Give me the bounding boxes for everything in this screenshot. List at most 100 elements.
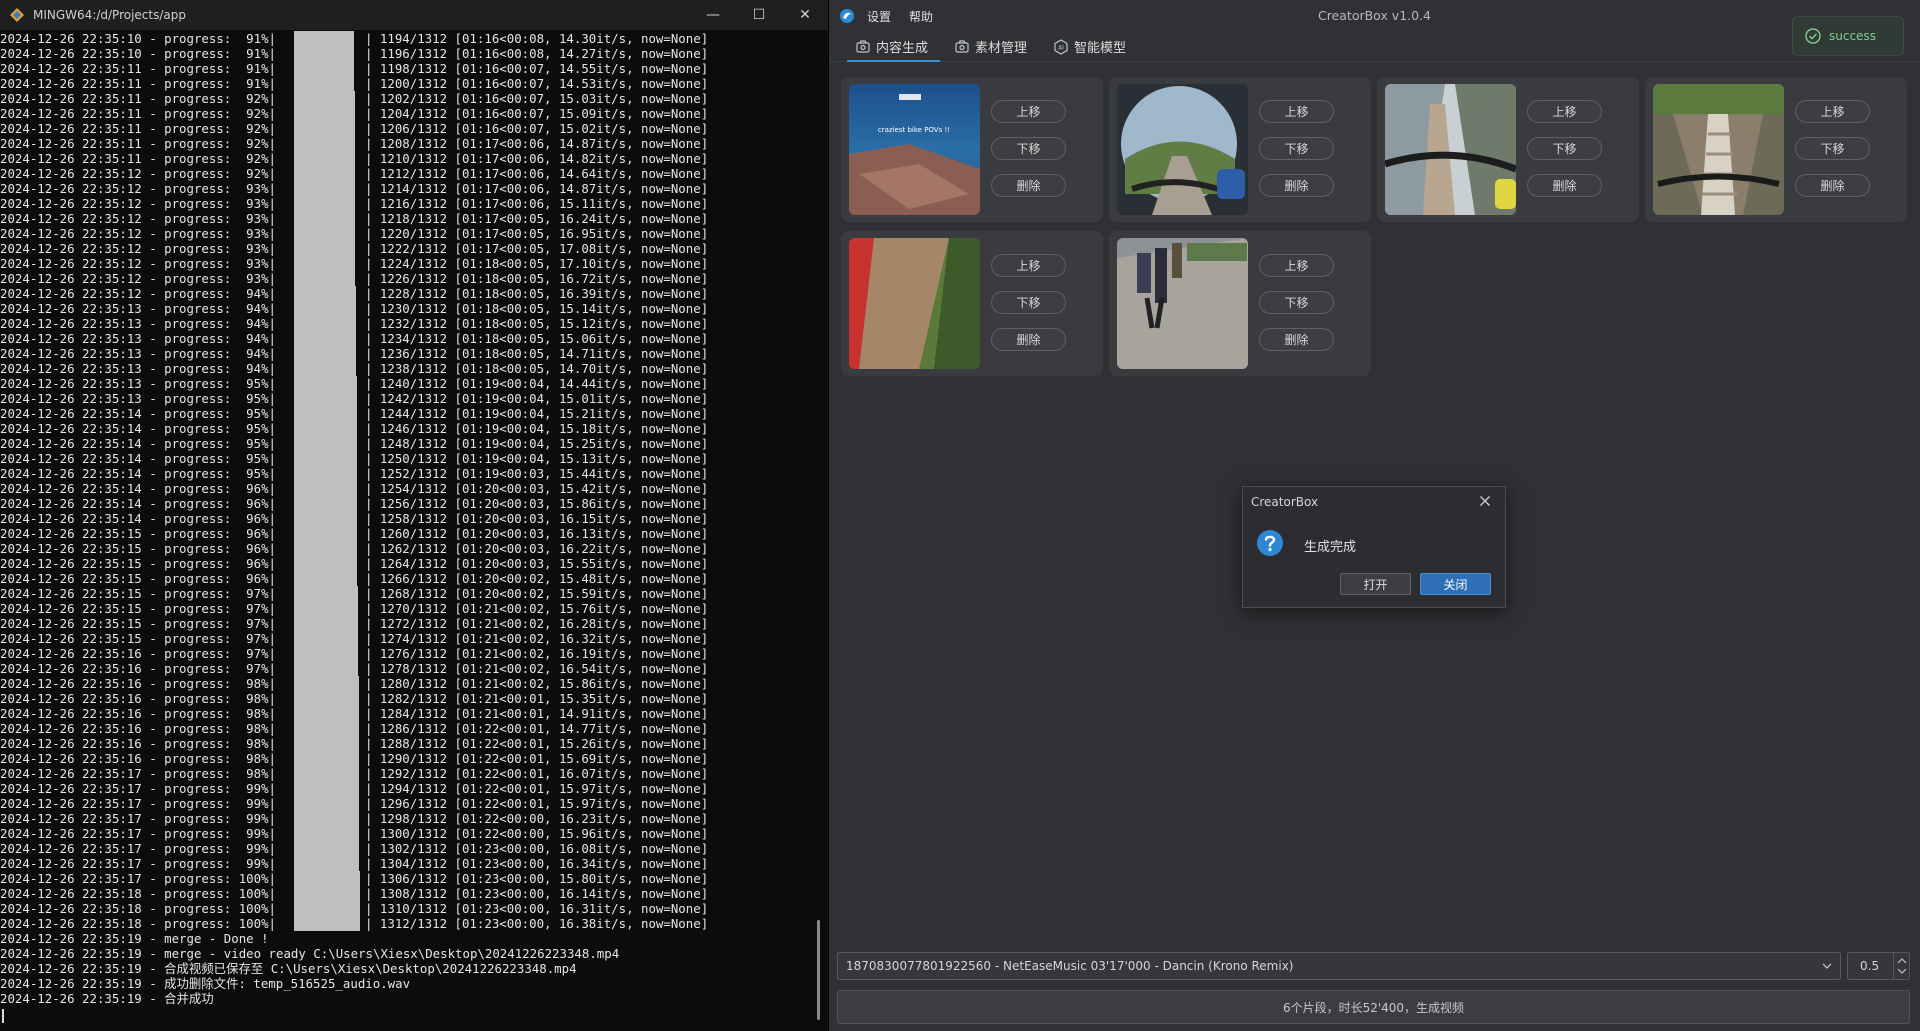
progress-suffix: | 1212/1312 [01:17<00:06, 14.64it/s, now… bbox=[365, 166, 709, 181]
terminal-progress-line: 2024-12-26 22:35:14 - progress: 95%| | 12… bbox=[0, 436, 812, 451]
clip-card: 上移 下移 删除 bbox=[1109, 77, 1371, 222]
progress-bar-fill bbox=[294, 886, 360, 901]
progress-prefix: 2024-12-26 22:35:10 - progress: 91%| bbox=[0, 31, 277, 46]
completion-dialog: CreatorBox 生成完成 打开 关闭 bbox=[1242, 486, 1506, 608]
progress-suffix: | 1298/1312 [01:22<00:00, 16.23it/s, now… bbox=[365, 811, 709, 826]
clip-thumbnail[interactable] bbox=[1653, 84, 1784, 215]
terminal-progress-line: 2024-12-26 22:35:17 - progress: 99%| | 12… bbox=[0, 781, 812, 796]
move-up-button[interactable]: 上移 bbox=[1527, 100, 1602, 123]
progress-prefix: 2024-12-26 22:35:16 - progress: 97%| bbox=[0, 646, 277, 661]
progress-suffix: | 1282/1312 [01:21<00:01, 15.35it/s, now… bbox=[365, 691, 709, 706]
progress-bar-fill bbox=[294, 436, 357, 451]
move-down-button[interactable]: 下移 bbox=[1795, 137, 1870, 160]
move-up-button[interactable]: 上移 bbox=[1259, 100, 1334, 123]
progress-prefix: 2024-12-26 22:35:16 - progress: 98%| bbox=[0, 706, 277, 721]
progress-suffix: | 1286/1312 [01:22<00:01, 14.77it/s, now… bbox=[365, 721, 709, 736]
delete-button[interactable]: 删除 bbox=[1259, 174, 1334, 197]
terminal-window[interactable]: MINGW64:/d/Projects/app — ☐ ✕ 2024-12-26… bbox=[0, 0, 828, 1031]
progress-suffix: | 1252/1312 [01:19<00:03, 15.44it/s, now… bbox=[365, 466, 709, 481]
progress-bar-fill bbox=[294, 601, 358, 616]
close-button[interactable]: ✕ bbox=[782, 0, 828, 30]
progress-prefix: 2024-12-26 22:35:17 - progress: 99%| bbox=[0, 856, 277, 871]
progress-suffix: | 1248/1312 [01:19<00:04, 15.25it/s, now… bbox=[365, 436, 709, 451]
progress-bar-fill bbox=[294, 346, 356, 361]
delete-button[interactable]: 删除 bbox=[1259, 328, 1334, 351]
terminal-progress-line: 2024-12-26 22:35:15 - progress: 97%| | 12… bbox=[0, 601, 812, 616]
generate-video-button[interactable]: 6个片段，时长52'400，生成视频 bbox=[837, 990, 1910, 1024]
clip-thumbnail[interactable] bbox=[1385, 84, 1516, 215]
terminal-log-line: 2024-12-26 22:35:19 - merge - Done ! bbox=[0, 931, 269, 946]
terminal-progress-line: 2024-12-26 22:35:13 - progress: 94%| | 12… bbox=[0, 361, 812, 376]
progress-suffix: | 1260/1312 [01:20<00:03, 16.13it/s, now… bbox=[365, 526, 709, 541]
move-down-button[interactable]: 下移 bbox=[1259, 291, 1334, 314]
terminal-progress-line: 2024-12-26 22:35:12 - progress: 93%| | 12… bbox=[0, 271, 812, 286]
music-select[interactable]: 1870830077801922560 - NetEaseMusic 03'17… bbox=[837, 952, 1841, 980]
progress-bar-fill bbox=[294, 901, 360, 916]
clip-thumbnail[interactable] bbox=[849, 238, 980, 369]
move-down-button[interactable]: 下移 bbox=[991, 291, 1066, 314]
terminal-progress-line: 2024-12-26 22:35:13 - progress: 94%| | 12… bbox=[0, 316, 812, 331]
move-up-button[interactable]: 上移 bbox=[991, 254, 1066, 277]
progress-suffix: | 1228/1312 [01:18<00:05, 16.39it/s, now… bbox=[365, 286, 709, 301]
progress-prefix: 2024-12-26 22:35:10 - progress: 91%| bbox=[0, 46, 277, 61]
open-button[interactable]: 打开 bbox=[1340, 573, 1411, 595]
progress-suffix: | 1244/1312 [01:19<00:04, 15.21it/s, now… bbox=[365, 406, 709, 421]
progress-suffix: | 1234/1312 [01:18<00:05, 15.06it/s, now… bbox=[365, 331, 709, 346]
terminal-progress-line: 2024-12-26 22:35:12 - progress: 93%| | 12… bbox=[0, 256, 812, 271]
delete-button[interactable]: 删除 bbox=[1527, 174, 1602, 197]
move-down-button[interactable]: 下移 bbox=[991, 137, 1066, 160]
volume-spinbox[interactable]: 0.5 bbox=[1847, 952, 1910, 980]
delete-button[interactable]: 删除 bbox=[1795, 174, 1870, 197]
terminal-progress-line: 2024-12-26 22:35:14 - progress: 95%| | 12… bbox=[0, 421, 812, 436]
move-up-button[interactable]: 上移 bbox=[1259, 254, 1334, 277]
maximize-button[interactable]: ☐ bbox=[736, 0, 782, 30]
progress-bar-fill bbox=[294, 121, 355, 136]
menu-settings[interactable]: 设置 bbox=[867, 8, 891, 25]
close-icon[interactable] bbox=[1479, 495, 1491, 507]
move-down-button[interactable]: 下移 bbox=[1259, 137, 1334, 160]
progress-prefix: 2024-12-26 22:35:14 - progress: 95%| bbox=[0, 406, 277, 421]
progress-prefix: 2024-12-26 22:35:12 - progress: 93%| bbox=[0, 271, 277, 286]
terminal-progress-line: 2024-12-26 22:35:15 - progress: 96%| | 12… bbox=[0, 556, 812, 571]
delete-button[interactable]: 删除 bbox=[991, 174, 1066, 197]
move-down-button[interactable]: 下移 bbox=[1527, 137, 1602, 160]
move-up-button[interactable]: 上移 bbox=[991, 100, 1066, 123]
menu-help[interactable]: 帮助 bbox=[909, 8, 933, 25]
progress-suffix: | 1302/1312 [01:23<00:00, 16.08it/s, now… bbox=[365, 841, 709, 856]
content-icon bbox=[856, 39, 870, 53]
spinbox-arrows[interactable] bbox=[1893, 953, 1909, 979]
progress-suffix: | 1220/1312 [01:17<00:05, 16.95it/s, now… bbox=[365, 226, 709, 241]
terminal-scrollbar[interactable] bbox=[817, 920, 820, 1020]
clip-thumbnail[interactable] bbox=[1117, 84, 1248, 215]
tab-content-generation[interactable]: 内容生成 bbox=[847, 32, 941, 62]
clip-card: craziest bike POVs !! 上移 下移 删除 bbox=[841, 77, 1103, 222]
progress-bar-fill bbox=[294, 526, 357, 541]
close-button[interactable]: 关闭 bbox=[1420, 573, 1491, 595]
progress-bar-fill bbox=[294, 856, 359, 871]
terminal-progress-line: 2024-12-26 22:35:15 - progress: 96%| | 12… bbox=[0, 541, 812, 556]
minimize-button[interactable]: — bbox=[690, 0, 736, 30]
terminal-progress-line: 2024-12-26 22:35:16 - progress: 98%| | 12… bbox=[0, 751, 812, 766]
terminal-progress-line: 2024-12-26 22:35:16 - progress: 98%| | 12… bbox=[0, 721, 812, 736]
clip-thumbnail[interactable]: craziest bike POVs !! bbox=[849, 84, 980, 215]
progress-bar-fill bbox=[294, 691, 359, 706]
progress-suffix: | 1216/1312 [01:17<00:06, 15.11it/s, now… bbox=[365, 196, 709, 211]
progress-prefix: 2024-12-26 22:35:18 - progress: 100%| bbox=[0, 916, 277, 931]
tab-ai-model[interactable]: AI 智能模型 bbox=[1045, 32, 1138, 61]
move-up-button[interactable]: 上移 bbox=[1795, 100, 1870, 123]
clip-thumbnail[interactable] bbox=[1117, 238, 1248, 369]
progress-suffix: | 1284/1312 [01:21<00:01, 14.91it/s, now… bbox=[365, 706, 709, 721]
terminal-progress-line: 2024-12-26 22:35:14 - progress: 96%| | 12… bbox=[0, 481, 812, 496]
progress-bar-fill bbox=[294, 316, 356, 331]
progress-prefix: 2024-12-26 22:35:13 - progress: 94%| bbox=[0, 331, 277, 346]
progress-bar-fill bbox=[294, 736, 359, 751]
progress-suffix: | 1290/1312 [01:22<00:01, 15.69it/s, now… bbox=[365, 751, 709, 766]
terminal-output[interactable]: 2024-12-26 22:35:10 - progress: 91%| | 11… bbox=[0, 31, 812, 1031]
delete-button[interactable]: 删除 bbox=[991, 328, 1066, 351]
terminal-progress-line: 2024-12-26 22:35:15 - progress: 97%| | 12… bbox=[0, 616, 812, 631]
progress-suffix: | 1312/1312 [01:23<00:00, 16.38it/s, now… bbox=[365, 916, 709, 931]
terminal-titlebar: MINGW64:/d/Projects/app — ☐ ✕ bbox=[0, 0, 828, 30]
tab-material-management[interactable]: 素材管理 bbox=[946, 32, 1039, 61]
progress-prefix: 2024-12-26 22:35:12 - progress: 93%| bbox=[0, 256, 277, 271]
progress-bar-fill bbox=[294, 286, 356, 301]
